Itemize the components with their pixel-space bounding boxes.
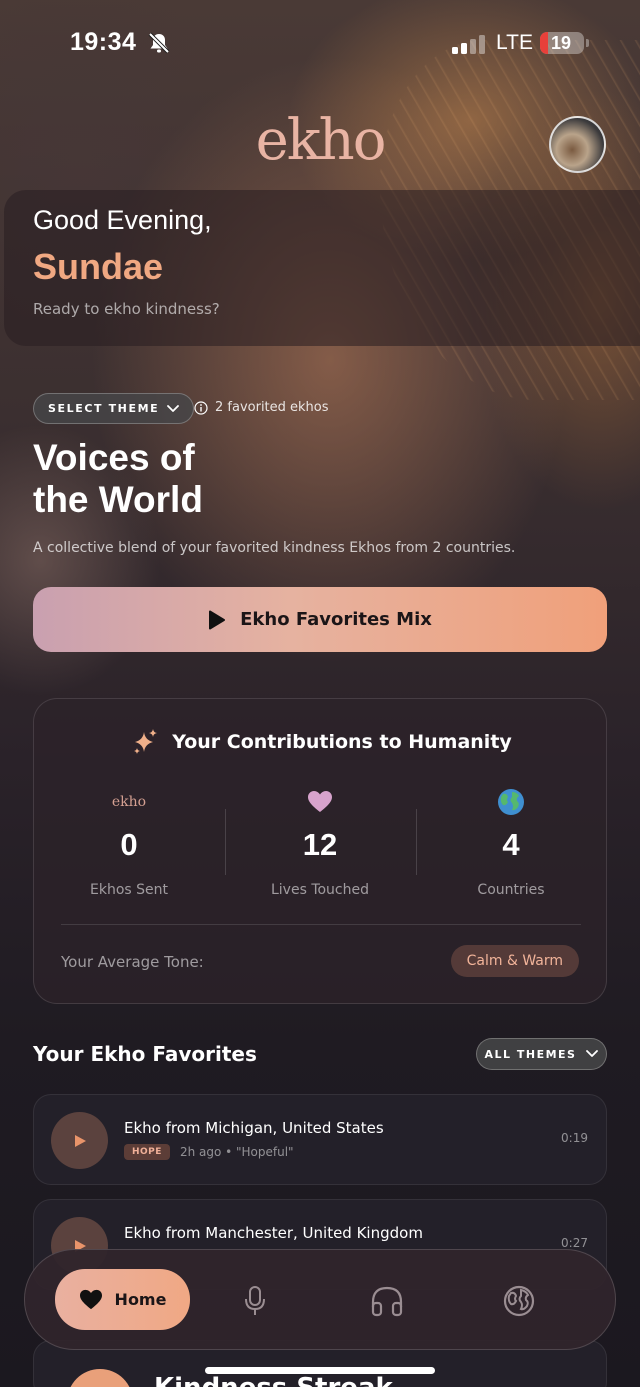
favorites-mix-button[interactable]: Ekho Favorites Mix xyxy=(33,587,607,652)
favorites-mix-label: Ekho Favorites Mix xyxy=(240,609,432,630)
bell-muted-icon xyxy=(148,32,170,54)
heart-icon xyxy=(225,789,415,815)
theme-tag: HOPE xyxy=(124,1144,170,1160)
all-themes-filter[interactable]: ALL THEMES xyxy=(476,1038,607,1070)
info-icon xyxy=(194,400,208,415)
favorited-count: 2 favorited ekhos xyxy=(194,400,329,415)
sparkles-icon xyxy=(134,729,158,754)
all-themes-label: ALL THEMES xyxy=(484,1047,577,1061)
globe-icon xyxy=(416,789,606,815)
ekho-meta: HOPE 2h ago • "Hopeful" xyxy=(124,1144,294,1160)
stat-value: 4 xyxy=(502,827,520,862)
nav-home-label: Home xyxy=(114,1290,167,1309)
favorites-title: Your Ekho Favorites xyxy=(33,1042,257,1066)
contributions-card: Your Contributions to Humanity ekho 0 Ek… xyxy=(33,698,607,1004)
collection-title-line2: the World xyxy=(33,479,203,520)
stat-label: Ekhos Sent xyxy=(90,882,168,898)
mic-icon xyxy=(245,1286,265,1315)
greeting-salutation: Good Evening, xyxy=(33,205,212,235)
ekho-title: Ekho from Manchester, United Kingdom xyxy=(124,1224,423,1242)
nav-explore-tab[interactable] xyxy=(501,1283,537,1319)
stat-countries: 4 Countries xyxy=(416,789,606,898)
contributions-header: Your Contributions to Humanity xyxy=(34,727,608,757)
chevron-down-icon xyxy=(586,1050,599,1057)
collection-title: Voices of the World xyxy=(33,437,393,521)
battery-level: 19 xyxy=(550,33,572,53)
nav-listen-tab[interactable] xyxy=(369,1283,405,1319)
chevron-down-icon xyxy=(167,404,180,412)
ekho-play-button[interactable] xyxy=(51,1112,108,1169)
ekho-card[interactable]: Ekho from Michigan, United States HOPE 2… xyxy=(33,1094,607,1185)
battery-tip xyxy=(586,39,589,47)
bottom-nav: Home xyxy=(24,1249,616,1350)
ekho-logo-icon: ekho xyxy=(111,794,147,810)
battery-indicator: 19 xyxy=(540,32,584,54)
home-indicator xyxy=(205,1367,435,1374)
stat-label: Countries xyxy=(477,882,545,898)
user-name: Sundae xyxy=(33,246,164,287)
avatar[interactable] xyxy=(549,116,606,173)
favorited-count-text: 2 favorited ekhos xyxy=(215,400,329,415)
heart-icon xyxy=(79,1289,102,1309)
select-theme-label: SELECT THEME xyxy=(48,402,160,415)
contributions-title: Your Contributions to Humanity xyxy=(172,731,512,753)
ekho-meta-text: 2h ago • "Hopeful" xyxy=(179,1145,294,1159)
tone-label: Your Average Tone: xyxy=(61,953,204,971)
divider xyxy=(61,924,581,925)
streak-icon xyxy=(67,1369,133,1387)
play-icon xyxy=(209,610,226,629)
collection-description: A collective blend of your favorited kin… xyxy=(33,540,516,556)
headphones-icon xyxy=(371,1286,403,1317)
nav-record-tab[interactable] xyxy=(237,1283,273,1319)
play-icon xyxy=(74,1134,86,1147)
stat-lives-touched: 12 Lives Touched xyxy=(225,789,415,898)
signal-icon xyxy=(452,35,485,54)
stat-value: 12 xyxy=(302,827,338,862)
status-bar: 19:34 LTE 19 xyxy=(0,26,640,62)
select-theme-button[interactable]: SELECT THEME xyxy=(33,393,195,424)
greeting-subtitle: Ready to ekho kindness? xyxy=(33,300,220,318)
ekho-duration: 0:27 xyxy=(561,1236,588,1250)
globe-icon xyxy=(503,1285,535,1317)
status-time: 19:34 xyxy=(70,28,137,56)
stat-ekhos-sent: ekho 0 Ekhos Sent xyxy=(34,789,224,898)
stat-value: 0 xyxy=(120,827,138,862)
nav-home-tab[interactable]: Home xyxy=(55,1269,190,1330)
ekho-duration: 0:19 xyxy=(561,1131,588,1145)
ekho-title: Ekho from Michigan, United States xyxy=(124,1119,384,1137)
stat-label: Lives Touched xyxy=(270,882,369,898)
app-logo: ekho xyxy=(255,108,387,173)
network-type: LTE xyxy=(496,31,533,54)
tone-badge: Calm & Warm xyxy=(450,945,579,977)
streak-title: Kindness Streak xyxy=(154,1373,393,1387)
collection-title-line1: Voices of xyxy=(33,437,195,478)
